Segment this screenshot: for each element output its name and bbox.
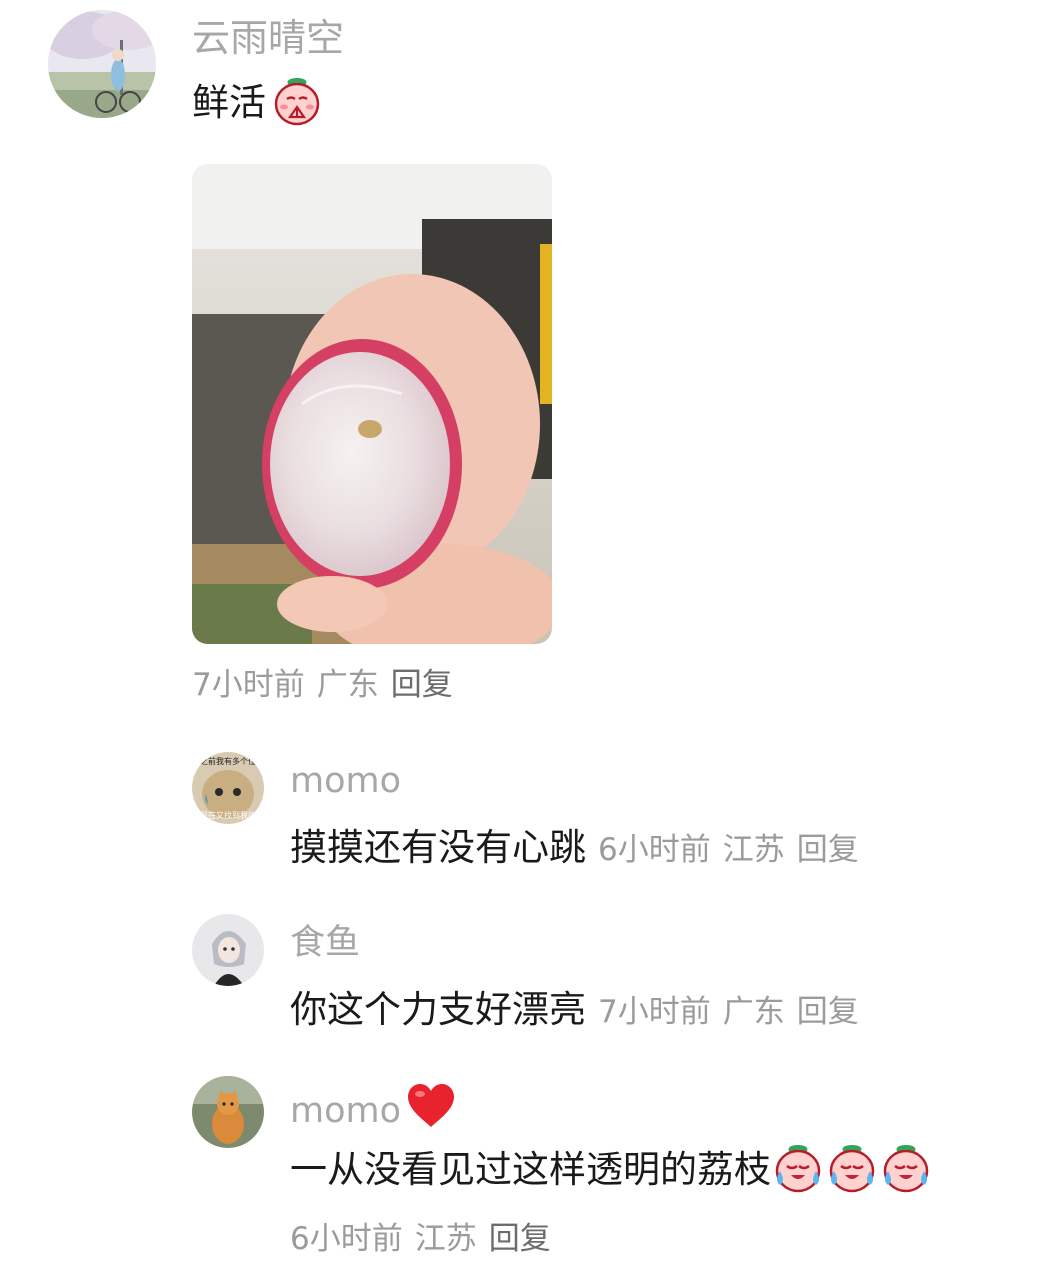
reply-location: 江苏	[722, 832, 785, 868]
reply-body: 摸摸还有没有心跳 6小时前 江苏 回复	[290, 824, 859, 871]
reply-avatar[interactable]: 之前我有多个位 现在又找到我的	[192, 752, 264, 824]
reply-body: 你这个力支好漂亮 7小时前 广东 回复	[290, 986, 859, 1033]
comment-time: 7小时前	[192, 667, 305, 703]
reply-location: 江苏	[414, 1221, 477, 1257]
comment-photo-lychee[interactable]	[192, 164, 552, 644]
reply-text: 摸摸还有没有心跳	[290, 826, 586, 869]
reply-button[interactable]: 回复	[489, 1221, 551, 1257]
author-avatar[interactable]	[48, 10, 156, 118]
reply-text: 你这个力支好漂亮	[290, 988, 586, 1031]
reply-time: 6小时前	[598, 832, 711, 868]
comment-location: 广东	[316, 667, 379, 703]
heart-icon	[405, 1082, 457, 1140]
reply-text: 一从没看见过这样透明的荔枝	[290, 1148, 771, 1191]
reply-time: 7小时前	[598, 994, 711, 1030]
peach-cry-sticker-icon	[825, 1141, 879, 1199]
reply-avatar[interactable]	[192, 1076, 264, 1148]
reply-author-name[interactable]: momo	[290, 760, 401, 802]
reply-author-name[interactable]: 食鱼	[290, 922, 360, 964]
reply-button[interactable]: 回复	[797, 986, 859, 1031]
reply-meta: 6小时前 江苏 回复	[290, 1220, 563, 1258]
reply-time: 6小时前	[290, 1221, 403, 1257]
peach-cry-sticker-icon	[879, 1141, 933, 1199]
reply-button[interactable]: 回复	[391, 667, 453, 703]
comment-body: 鲜活	[192, 78, 324, 128]
reply-location: 广东	[722, 994, 785, 1030]
avatar-caption-bottom: 现在又找到我的	[200, 810, 256, 820]
reply-author-name[interactable]: momo	[290, 1090, 401, 1132]
reply-body: 一从没看见过这样透明的荔枝	[290, 1142, 933, 1198]
avatar-caption-top: 之前我有多个位	[200, 756, 256, 766]
comment-meta: 7小时前 广东 回复	[192, 666, 465, 704]
peach-pray-sticker-icon	[270, 74, 324, 132]
reply-button[interactable]: 回复	[797, 824, 859, 869]
comment-text: 鲜活	[192, 81, 266, 124]
reply-avatar[interactable]	[192, 914, 264, 986]
comment-author-name[interactable]: 云雨晴空	[192, 16, 344, 60]
peach-cry-sticker-icon	[771, 1141, 825, 1199]
reply-author-name-row: momo	[290, 1082, 457, 1140]
